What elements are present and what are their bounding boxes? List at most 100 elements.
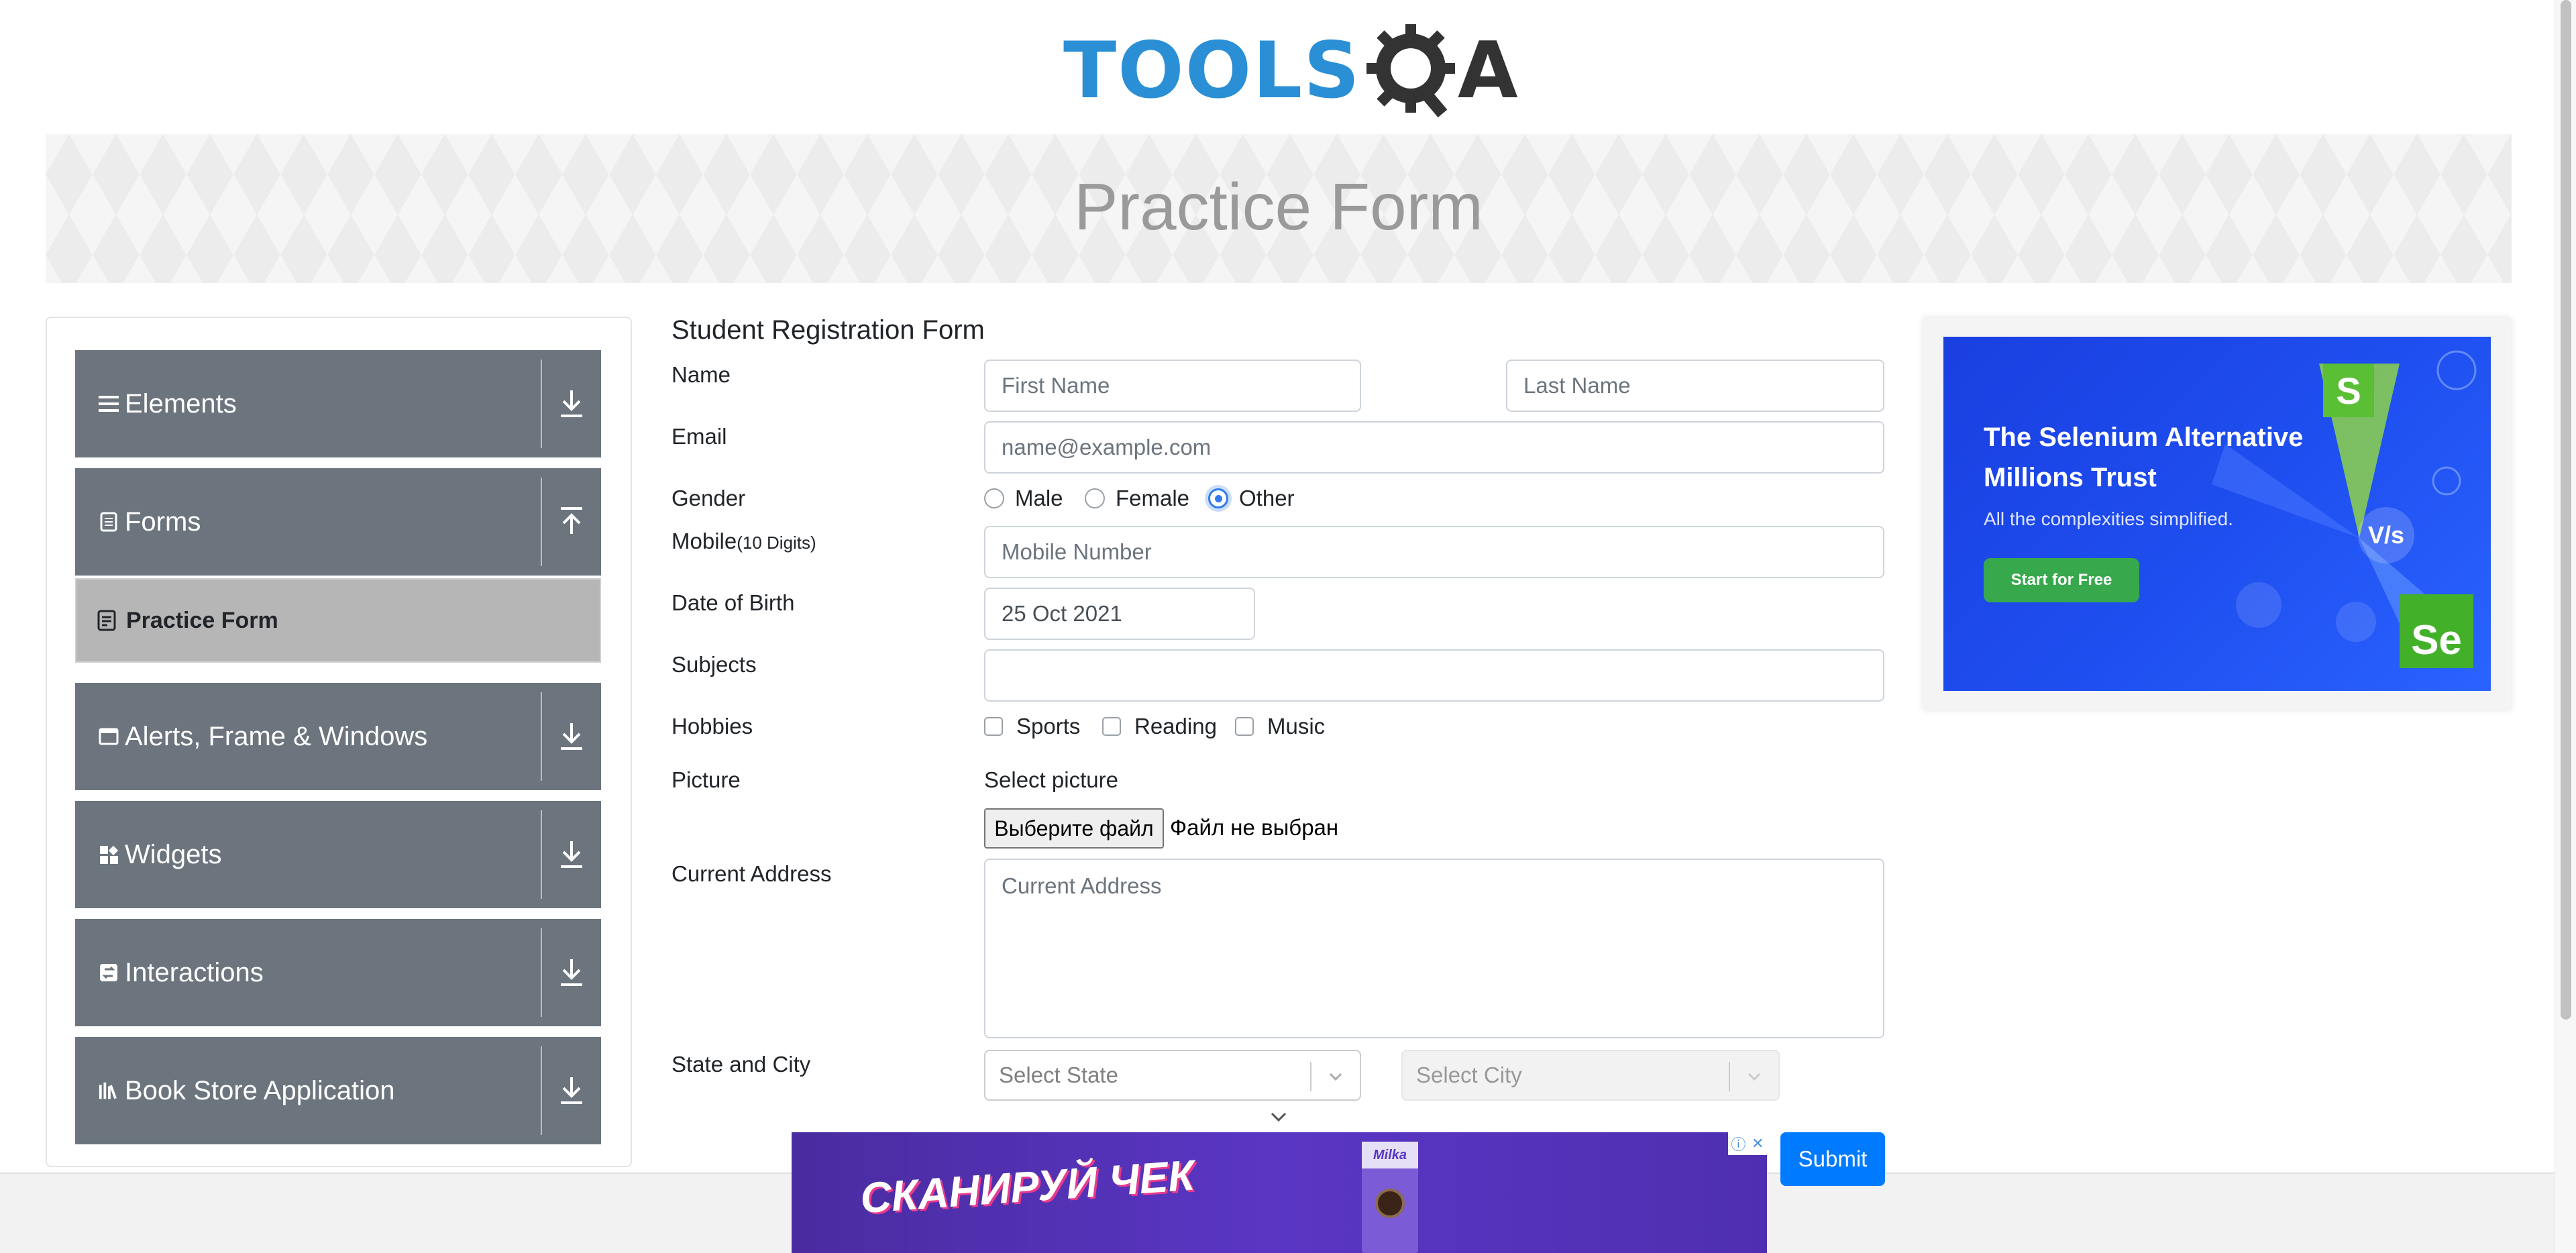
name-label: Name xyxy=(672,362,731,387)
checkbox-label: Reading xyxy=(1134,714,1217,739)
sidebar-group-label: Forms xyxy=(125,506,201,537)
selenium-ad[interactable]: The Selenium Alternative Millions Trust … xyxy=(1943,337,2491,691)
file-status: Файл не выбран xyxy=(1170,815,1339,840)
current-address-textarea[interactable]: Current Address xyxy=(984,859,1884,1038)
submit-button[interactable]: Submit xyxy=(1780,1132,1885,1186)
sidebar-group-label: Book Store Application xyxy=(125,1075,395,1105)
window-icon xyxy=(98,726,119,747)
ad-subtitle: All the complexities simplified. xyxy=(1984,508,2233,529)
mobile-input[interactable]: Mobile Number xyxy=(984,526,1884,578)
city-placeholder: Select City xyxy=(1416,1063,1522,1087)
sidebar: Elements Forms Practice Form Alerts, Fra… xyxy=(46,317,632,1167)
form-title: Student Registration Form xyxy=(672,315,985,345)
checkbox-label: Sports xyxy=(1016,714,1081,739)
hamburger-icon xyxy=(98,393,119,415)
divider xyxy=(1310,1062,1311,1091)
radio-circle[interactable] xyxy=(984,488,1004,508)
selenium-logo-icon: Se xyxy=(2400,594,2473,668)
sidebar-group-label: Widgets xyxy=(125,839,222,869)
mobile-label-text: Mobile xyxy=(672,529,737,553)
state-city-label: State and City xyxy=(672,1052,811,1077)
download-icon[interactable] xyxy=(557,1073,586,1107)
sidebar-group-interactions[interactable]: Interactions xyxy=(75,919,601,1026)
checkbox-box[interactable] xyxy=(1235,717,1254,736)
mobile-label: Mobile(10 Digits) xyxy=(672,529,816,554)
subjects-input[interactable] xyxy=(984,649,1884,702)
gender-radio-male[interactable]: Male xyxy=(984,486,1063,511)
ad-info-close[interactable]: ⓘ ✕ xyxy=(1728,1132,1767,1155)
email-label: Email xyxy=(672,424,727,449)
radio-circle[interactable] xyxy=(1085,488,1105,508)
sidebar-item-label: Practice Form xyxy=(126,607,278,633)
cookie-icon xyxy=(1375,1189,1405,1218)
bottom-banner-ad[interactable]: СКАНИРУЙ ЧЕК Milka ⓘ ✕ xyxy=(792,1132,1767,1253)
divider xyxy=(541,928,542,1017)
download-icon[interactable] xyxy=(557,719,586,753)
divider xyxy=(541,692,542,781)
download-icon[interactable] xyxy=(557,386,586,420)
books-icon xyxy=(98,1080,119,1101)
close-icon[interactable]: ✕ xyxy=(1752,1135,1764,1152)
interactions-icon xyxy=(98,962,119,983)
first-name-input[interactable]: First Name xyxy=(984,360,1361,412)
email-input[interactable]: name@example.com xyxy=(984,421,1884,474)
product-brand: Milka xyxy=(1362,1142,1418,1168)
ad-headline-line1: The Selenium Alternative xyxy=(1984,423,2304,452)
hobby-checkbox-music[interactable]: Music xyxy=(1235,714,1325,739)
state-placeholder: Select State xyxy=(999,1063,1118,1087)
ad-headline: The Selenium Alternative Millions Trust xyxy=(1984,417,2303,498)
gear-icon xyxy=(1364,20,1458,121)
form-icon xyxy=(97,609,117,632)
toolsqa-logo[interactable]: TOOLS A xyxy=(1063,20,1518,121)
chevron-down-icon[interactable] xyxy=(1267,1108,1291,1127)
divider xyxy=(541,360,542,448)
versus-icon: V/s xyxy=(2358,507,2414,563)
page-banner: Practice Form xyxy=(46,134,2512,283)
logo-a-text: A xyxy=(1457,25,1518,116)
divider xyxy=(541,1046,542,1135)
logo-tools-text: TOOLS xyxy=(1063,25,1361,116)
sidebar-group-elements[interactable]: Elements xyxy=(75,350,601,457)
divider xyxy=(1729,1062,1730,1091)
sidebar-group-label: Alerts, Frame & Windows xyxy=(125,721,428,751)
dob-label: Date of Birth xyxy=(672,590,795,615)
gender-label: Gender xyxy=(672,486,746,510)
gender-radio-other[interactable]: Other xyxy=(1208,486,1295,511)
city-select[interactable]: Select City xyxy=(1401,1050,1780,1101)
sidebar-group-book-store[interactable]: Book Store Application xyxy=(75,1037,601,1144)
date-of-birth-input[interactable]: 25 Oct 2021 xyxy=(984,588,1255,640)
divider xyxy=(541,810,542,899)
sidebar-group-alerts[interactable]: Alerts, Frame & Windows xyxy=(75,683,601,790)
page-title: Practice Form xyxy=(1074,170,1483,243)
download-icon[interactable] xyxy=(557,837,586,871)
upload-icon[interactable] xyxy=(557,504,586,538)
right-ad-container: The Selenium Alternative Millions Trust … xyxy=(1923,318,2511,710)
state-select[interactable]: Select State xyxy=(984,1050,1361,1101)
hobby-checkbox-sports[interactable]: Sports xyxy=(984,714,1080,739)
mobile-hint: (10 Digits) xyxy=(737,533,816,553)
checkbox-label: Music xyxy=(1267,714,1326,739)
start-for-free-button[interactable]: Start for Free xyxy=(1984,558,2139,602)
radio-label: Female xyxy=(1116,486,1190,510)
download-icon[interactable] xyxy=(557,955,586,989)
sidebar-group-widgets[interactable]: Widgets xyxy=(75,801,601,908)
gender-radio-female[interactable]: Female xyxy=(1085,486,1189,511)
checkbox-box[interactable] xyxy=(1102,717,1121,736)
sidebar-item-practice-form[interactable]: Practice Form xyxy=(75,578,601,663)
last-name-input[interactable]: Last Name xyxy=(1506,360,1884,412)
hobby-checkbox-reading[interactable]: Reading xyxy=(1102,714,1217,739)
divider xyxy=(541,478,542,566)
widgets-icon xyxy=(98,844,119,865)
picture-label: Picture xyxy=(672,767,741,792)
bottom-ad-text: СКАНИРУЙ ЧЕК xyxy=(859,1150,1196,1223)
sidebar-group-forms[interactable]: Forms xyxy=(75,468,601,576)
chevron-down-icon[interactable] xyxy=(1325,1066,1346,1087)
info-icon[interactable]: ⓘ xyxy=(1731,1133,1746,1154)
scrollbar[interactable] xyxy=(2555,0,2576,1253)
radio-circle-selected[interactable] xyxy=(1208,488,1228,508)
choose-file-button[interactable]: Выберите файл xyxy=(984,808,1164,849)
checkbox-box[interactable] xyxy=(984,717,1003,736)
radio-label: Male xyxy=(1015,486,1063,510)
chevron-down-icon[interactable] xyxy=(1743,1066,1765,1087)
scrollbar-thumb[interactable] xyxy=(2561,0,2571,1020)
